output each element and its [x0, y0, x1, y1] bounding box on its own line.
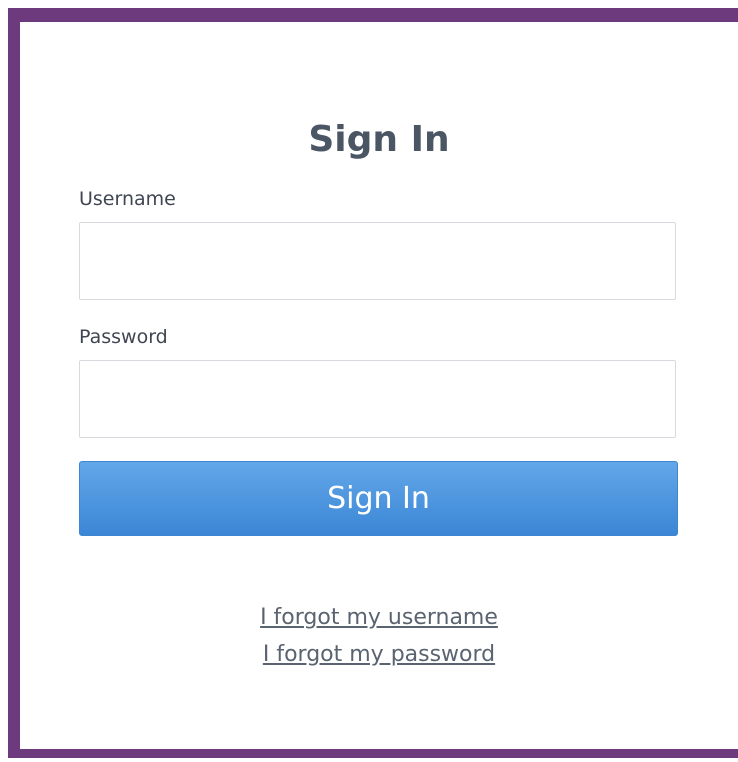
username-label: Username — [79, 188, 176, 210]
page-title: Sign In — [308, 119, 450, 160]
sign-in-button[interactable]: Sign In — [79, 461, 678, 536]
password-label: Password — [79, 326, 168, 348]
frame-border-bottom — [8, 749, 738, 758]
username-input[interactable] — [79, 222, 676, 300]
forgot-username-link[interactable]: I forgot my username — [20, 607, 738, 629]
password-input[interactable] — [79, 360, 676, 438]
frame-border-left — [8, 8, 20, 758]
sign-in-panel: Sign In Username Password Sign In I forg… — [20, 22, 738, 749]
window-frame: Sign In Username Password Sign In I forg… — [0, 0, 738, 762]
frame-border-top — [8, 8, 738, 22]
forgot-password-link[interactable]: I forgot my password — [20, 644, 738, 666]
